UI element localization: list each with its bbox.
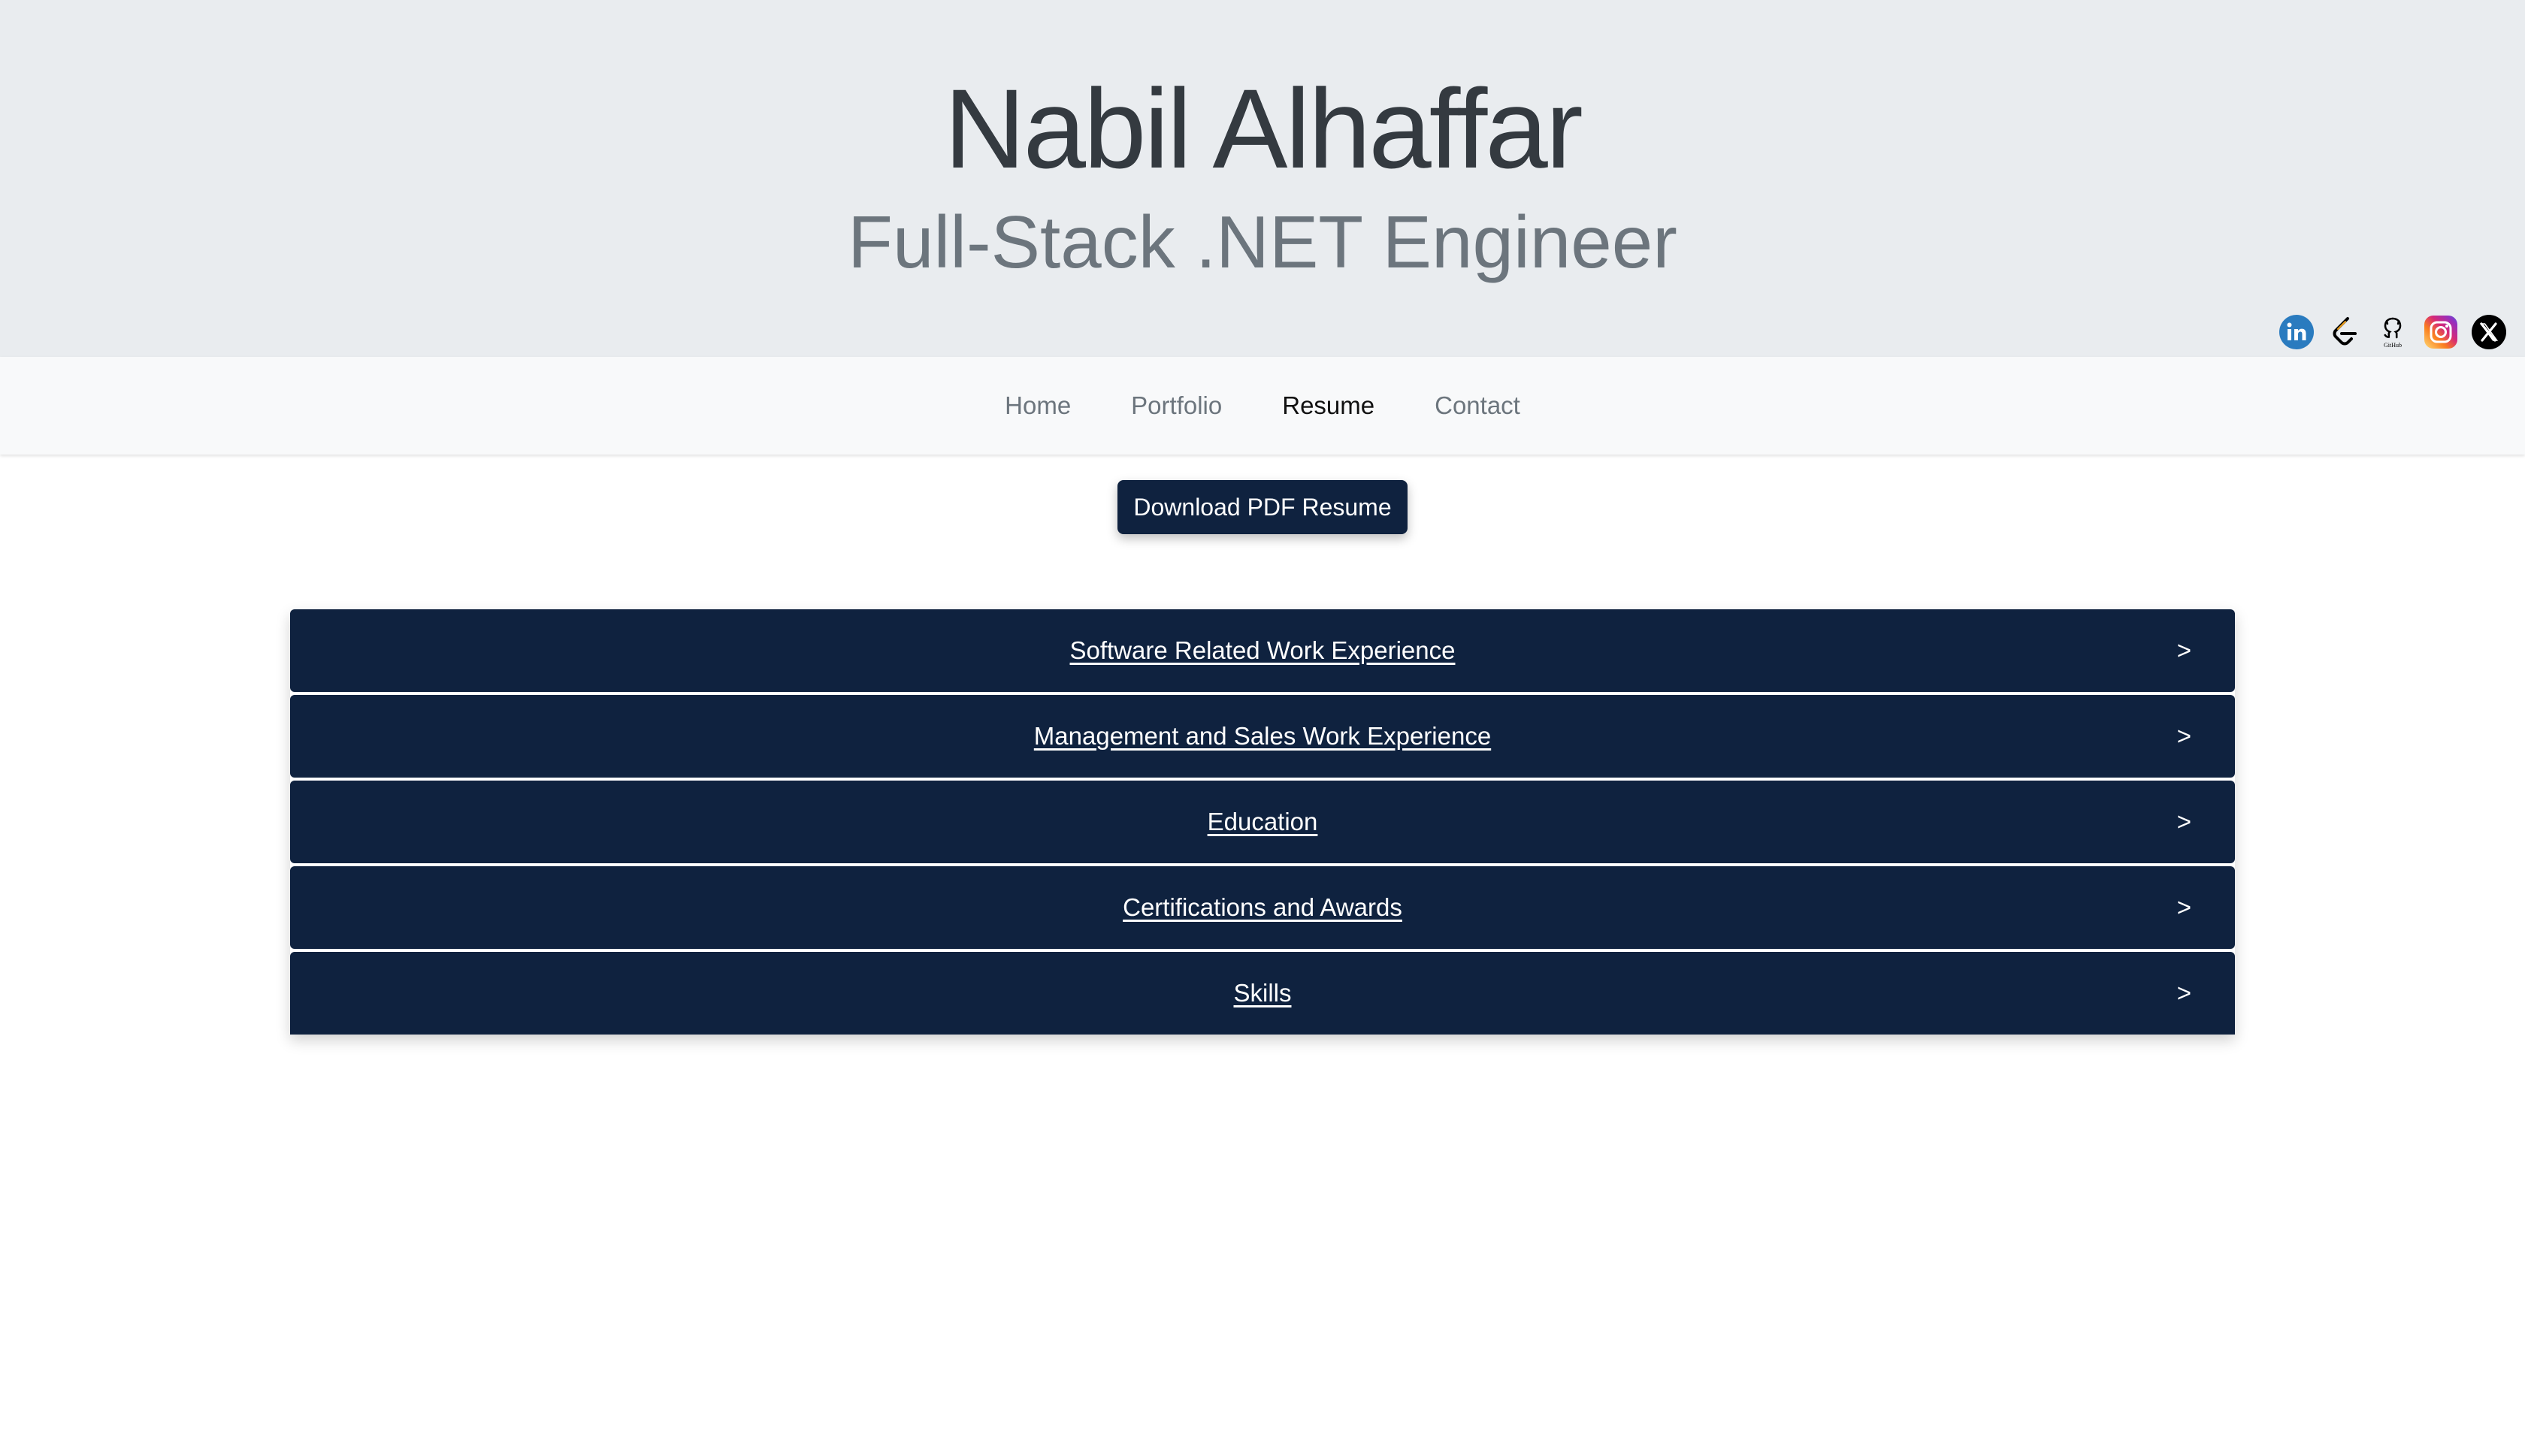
accordion-certifications[interactable]: Certifications and Awards > xyxy=(290,866,2235,949)
x-icon[interactable] xyxy=(2471,314,2507,350)
accordion-management-experience[interactable]: Management and Sales Work Experience > xyxy=(290,695,2235,778)
social-links: GitHub xyxy=(2279,314,2507,350)
accordion-label[interactable]: Management and Sales Work Experience xyxy=(1034,722,1491,751)
page-title: Nabil Alhaffar xyxy=(944,65,1583,192)
main-nav: Home Portfolio Resume Contact xyxy=(0,357,2525,455)
chevron-right-icon: > xyxy=(2176,636,2191,664)
chevron-right-icon: > xyxy=(2176,893,2191,921)
page-header: Nabil Alhaffar Full-Stack .NET Engineer xyxy=(0,0,2525,357)
nav-resume[interactable]: Resume xyxy=(1252,391,1405,420)
nav-contact[interactable]: Contact xyxy=(1405,391,1550,420)
page-subtitle: Full-Stack .NET Engineer xyxy=(848,201,1677,283)
nav-portfolio[interactable]: Portfolio xyxy=(1101,391,1252,420)
accordion-label[interactable]: Software Related Work Experience xyxy=(1070,636,1456,665)
svg-text:GitHub: GitHub xyxy=(2384,342,2402,349)
instagram-icon[interactable] xyxy=(2423,314,2459,350)
accordion-label[interactable]: Education xyxy=(1208,808,1318,836)
accordion-label[interactable]: Skills xyxy=(1233,979,1291,1007)
nav-home[interactable]: Home xyxy=(975,391,1101,420)
resume-accordion: Software Related Work Experience > Manag… xyxy=(290,609,2235,1035)
chevron-right-icon: > xyxy=(2176,808,2191,835)
accordion-education[interactable]: Education > xyxy=(290,781,2235,863)
accordion-label[interactable]: Certifications and Awards xyxy=(1123,893,1402,922)
chevron-right-icon: > xyxy=(2176,722,2191,750)
linkedin-icon[interactable] xyxy=(2279,314,2315,350)
download-pdf-button[interactable]: Download PDF Resume xyxy=(1117,480,1408,534)
accordion-skills[interactable]: Skills > xyxy=(290,952,2235,1035)
github-icon[interactable]: GitHub xyxy=(2375,314,2411,350)
leetcode-icon[interactable] xyxy=(2327,314,2363,350)
accordion-software-experience[interactable]: Software Related Work Experience > xyxy=(290,609,2235,692)
chevron-right-icon: > xyxy=(2176,979,2191,1007)
